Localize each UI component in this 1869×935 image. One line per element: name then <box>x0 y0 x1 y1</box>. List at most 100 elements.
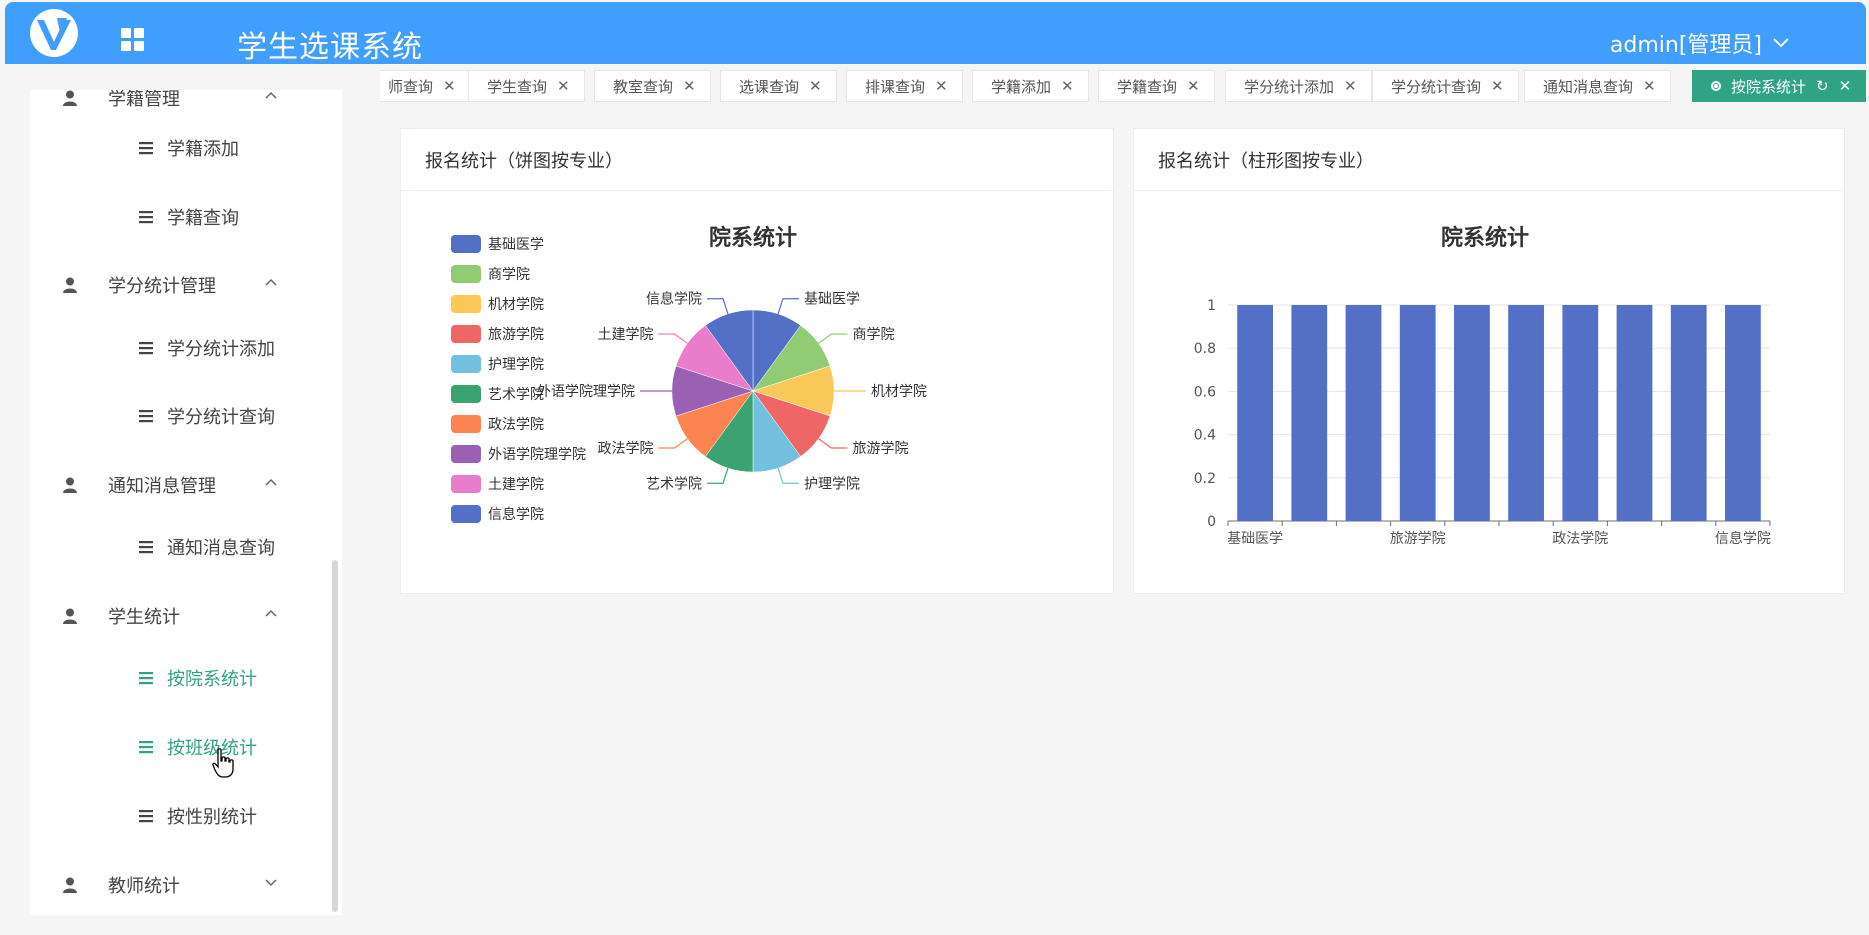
close-icon[interactable]: ✕ <box>1491 77 1504 95</box>
bar-x-tick-label: 政法学院 <box>1552 531 1608 547</box>
sidebar-item-2[interactable]: 学籍查询 <box>30 197 335 237</box>
tab-label: 排课查询 <box>865 77 926 96</box>
tab-2[interactable]: 教室查询 ✕ <box>594 70 711 102</box>
pie-legend-swatch[interactable] <box>451 265 481 283</box>
sidebar-group-12[interactable]: 教师统计 <box>30 865 335 905</box>
close-icon[interactable]: ✕ <box>443 77 456 95</box>
bar-rect[interactable] <box>1508 305 1544 521</box>
pie-legend-label[interactable]: 基础医学 <box>488 236 544 253</box>
close-icon[interactable]: ✕ <box>683 77 696 95</box>
sidebar-group-6[interactable]: 通知消息管理 <box>30 465 335 505</box>
pie-legend-swatch[interactable] <box>451 385 481 403</box>
refresh-icon[interactable]: ↻ <box>1816 77 1829 95</box>
close-icon[interactable]: ✕ <box>1643 77 1656 95</box>
bar-rect[interactable] <box>1399 305 1436 521</box>
tab-6[interactable]: 学籍查询 ✕ <box>1098 70 1215 102</box>
close-icon[interactable]: ✕ <box>1061 77 1074 95</box>
pie-slice-label: 信息学院 <box>646 291 702 308</box>
pie-legend-label[interactable]: 旅游学院 <box>488 327 544 343</box>
pie-slice-label: 基础医学 <box>804 291 860 308</box>
pie-legend-label[interactable]: 护理学院 <box>488 357 544 373</box>
close-icon[interactable]: ✕ <box>809 77 822 95</box>
pie-legend-swatch[interactable] <box>451 235 481 253</box>
pie-legend-swatch[interactable] <box>451 445 481 463</box>
tab-0[interactable]: 师查询 ✕ <box>380 70 471 102</box>
sidebar-scrollbar[interactable] <box>332 560 338 912</box>
sidebar-label: 按院系统计 <box>167 669 257 690</box>
tab-7[interactable]: 学分统计添加 ✕ <box>1225 70 1372 102</box>
bar-card-title: 报名统计（柱形图按专业） <box>1134 129 1844 191</box>
pie-legend-label[interactable]: 艺术学院 <box>488 387 544 403</box>
tab-9[interactable]: 通知消息查询 ✕ <box>1524 70 1671 102</box>
pie-legend-label[interactable]: 外语学院理学院 <box>488 447 586 463</box>
sidebar-item-9[interactable]: 按院系统计 <box>30 658 335 698</box>
close-icon[interactable]: ✕ <box>1344 77 1357 95</box>
sidebar-label: 通知消息管理 <box>108 476 216 497</box>
pie-leader-line <box>707 298 729 315</box>
pie-legend-label[interactable]: 信息学院 <box>488 506 544 523</box>
pie-slice-label: 机材学院 <box>871 384 927 400</box>
sidebar-label: 学籍添加 <box>167 139 239 160</box>
sidebar-item-7[interactable]: 通知消息查询 <box>30 527 335 567</box>
pie-legend-swatch[interactable] <box>451 415 481 433</box>
pie-legend-swatch[interactable] <box>451 355 481 373</box>
user-menu[interactable]: admin[管理员] <box>1610 27 1790 59</box>
tab-8[interactable]: 学分统计查询 ✕ <box>1372 70 1519 102</box>
tab-10[interactable]: 按院系统计 ↻ ✕ <box>1692 70 1866 102</box>
bar-rect[interactable] <box>1562 305 1599 521</box>
user-name: admin[管理员] <box>1609 33 1762 58</box>
bar-y-tick-label: 0.4 <box>1194 428 1216 444</box>
list-icon <box>139 142 153 155</box>
pie-chart-card: 报名统计（饼图按专业） 院系统计 基础医学 商学院 机材学院 旅游学院 护理学院 艺术学院政… <box>400 128 1114 594</box>
pie-legend-swatch[interactable] <box>451 505 481 523</box>
tab-4[interactable]: 排课查询 ✕ <box>846 70 963 102</box>
menu-grid-icon[interactable] <box>121 28 149 56</box>
close-icon[interactable]: ✕ <box>1187 77 1200 95</box>
pie-legend-label[interactable]: 政法学院 <box>488 417 544 433</box>
list-icon <box>139 741 153 754</box>
pie-legend-swatch[interactable] <box>451 295 481 313</box>
bar-y-tick-label: 1 <box>1207 298 1216 314</box>
pie-leader-line <box>777 298 799 315</box>
bar-rect[interactable] <box>1345 305 1382 521</box>
sidebar-item-1[interactable]: 学籍添加 <box>30 128 335 168</box>
pie-legend-label[interactable]: 商学院 <box>488 267 530 283</box>
pie-chart: 院系统计基础医学商学院机材学院旅游学院护理学院艺术学院政法学院外语学院理学院土建… <box>451 225 927 523</box>
pie-slice-label: 商学院 <box>852 327 894 343</box>
tab-5[interactable]: 学籍添加 ✕ <box>972 70 1089 102</box>
bar-rect[interactable] <box>1237 305 1273 521</box>
sidebar-label: 学籍查询 <box>167 208 239 229</box>
bar-rect[interactable] <box>1454 305 1490 521</box>
bar-rect[interactable] <box>1291 305 1328 521</box>
tab-1[interactable]: 学生查询 ✕ <box>468 70 585 102</box>
list-icon <box>139 672 153 685</box>
sidebar-item-11[interactable]: 按性别统计 <box>30 796 335 836</box>
sidebar-item-10[interactable]: 按班级统计 <box>30 727 335 767</box>
pie-leader-line <box>658 438 688 449</box>
tab-label: 选课查询 <box>739 77 800 96</box>
sidebar-group-8[interactable]: 学生统计 <box>30 596 335 636</box>
tab-label: 通知消息查询 <box>1543 77 1634 96</box>
close-icon[interactable]: ✕ <box>935 77 948 95</box>
sidebar-group-3[interactable]: 学分统计管理 <box>30 265 335 305</box>
active-dot-icon <box>1711 81 1721 91</box>
bar-rect[interactable] <box>1616 305 1653 521</box>
list-icon <box>139 342 153 355</box>
tab-3[interactable]: 选课查询 ✕ <box>720 70 837 102</box>
sidebar-group-0[interactable]: 学籍管理 <box>30 90 335 118</box>
close-icon[interactable]: ✕ <box>1839 77 1852 95</box>
tab-label: 师查询 <box>388 77 434 96</box>
pie-legend-swatch[interactable] <box>451 325 481 343</box>
user-icon <box>63 277 77 293</box>
pie-legend-label[interactable]: 机材学院 <box>488 297 544 313</box>
pie-legend-swatch[interactable] <box>451 475 481 493</box>
pie-leader-line <box>707 467 729 484</box>
bar-y-tick-label: 0.8 <box>1194 341 1216 357</box>
user-icon <box>63 477 77 493</box>
close-icon[interactable]: ✕ <box>557 77 570 95</box>
pie-legend-label[interactable]: 土建学院 <box>488 477 544 493</box>
bar-rect[interactable] <box>1670 305 1707 521</box>
sidebar-item-4[interactable]: 学分统计添加 <box>30 328 335 368</box>
sidebar-item-5[interactable]: 学分统计查询 <box>30 396 335 436</box>
bar-rect[interactable] <box>1725 305 1761 521</box>
